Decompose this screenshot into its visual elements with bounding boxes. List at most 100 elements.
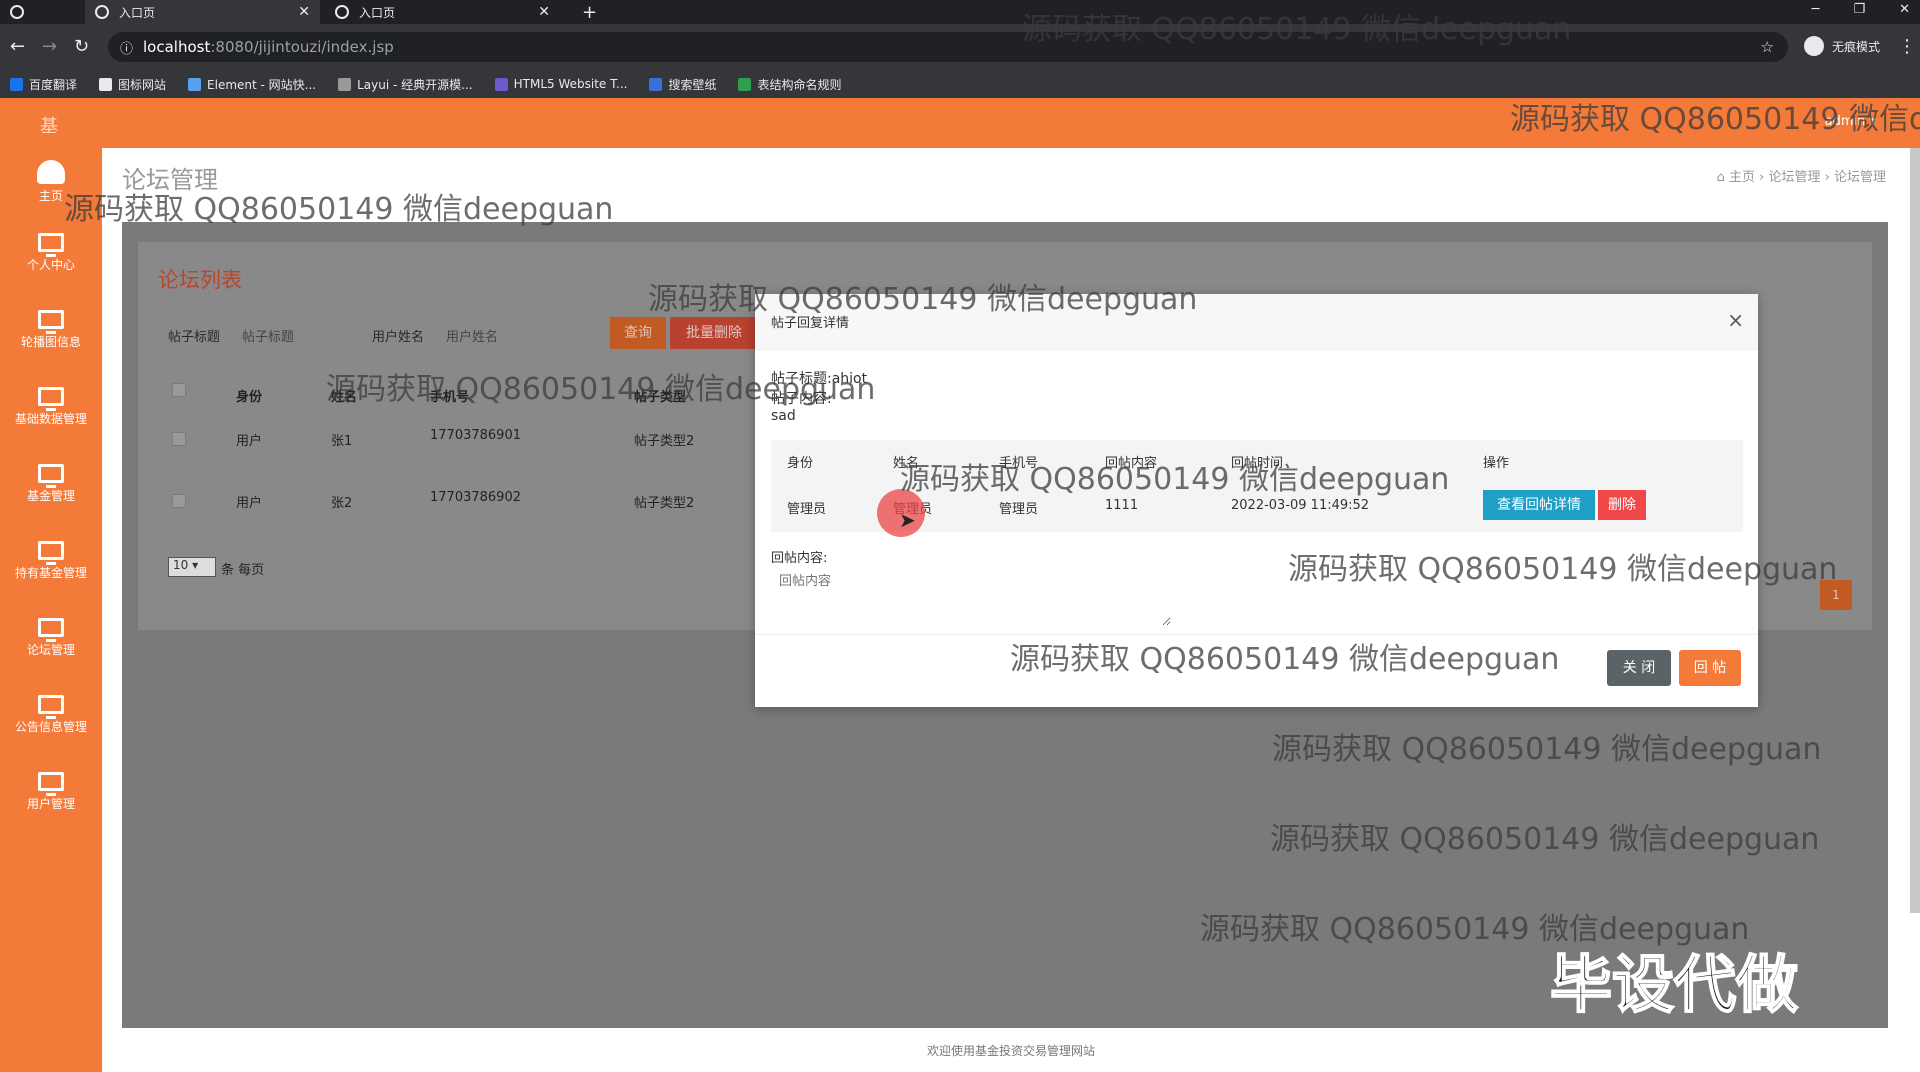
bookmark-label: 表结构命名规则 [757,77,842,92]
page-size-select[interactable]: 10 ▾ [168,557,216,577]
reply-cell-phone: 管理员 [999,502,1039,517]
bookmark[interactable]: Layui - 经典开源模... [338,76,473,93]
reply-cell-content: 1111 [1105,498,1139,513]
bookmark[interactable]: 搜索壁纸 [649,76,716,93]
sidebar-item-users[interactable]: 用户管理 [0,764,102,834]
info-icon[interactable]: ⓘ [120,38,133,57]
post-content: sad [771,408,796,424]
batch-delete-button[interactable]: 批量删除 [670,317,758,349]
tab-title: 入口页 [359,5,396,20]
browser-tab-1[interactable]: 入口页 ✕ [85,0,320,24]
monitor-icon [38,618,64,642]
sidebar-item-profile[interactable]: 个人中心 [0,225,102,295]
reply-column-header: 操作 [1483,456,1510,471]
globe-icon [335,5,349,19]
bookmark[interactable]: Element - 网站快... [188,76,316,93]
close-window-icon[interactable]: ✕ [1899,2,1910,17]
browser-tab-strip: 入口页 ✕ 入口页 ✕ + ─ ❐ ✕ [0,0,1920,24]
sidebar-item-holdings[interactable]: 持有基金管理 [0,533,102,603]
new-tab-button[interactable]: + [572,0,607,24]
sidebar-item-base-data[interactable]: 基础数据管理 [0,379,102,449]
watermark: 源码获取 QQ86050149 微信d [1510,102,1920,137]
watermark: 源码获取 QQ86050149 微信deepguan [64,192,614,227]
url-host: localhost [143,38,211,56]
bookmark-label: Layui - 经典开源模... [357,77,473,92]
close-button[interactable]: 关 闭 [1607,650,1671,686]
bookmark[interactable]: 图标网站 [99,76,166,93]
sidebar-item-carousel[interactable]: 轮播图信息 [0,302,102,372]
breadcrumb-item[interactable]: 论坛管理 [1768,170,1820,185]
monitor-icon [38,695,64,719]
monitor-icon [38,233,64,257]
browser-menu[interactable] [0,0,85,24]
search-button[interactable]: 查询 [610,317,666,349]
window-controls: ─ ❐ ✕ [1812,2,1910,17]
star-icon[interactable]: ☆ [1761,38,1774,56]
bookmark[interactable]: 百度翻译 [10,76,77,93]
sidebar-item-notices[interactable]: 公告信息管理 [0,687,102,757]
sidebar-item-label: 持有基金管理 [14,566,87,580]
sidebar-item-label: 个人中心 [26,258,75,272]
watermark: 源码获取 QQ86050149 微信deepguan [1272,732,1822,767]
cell-phone: 17703786901 [430,428,521,443]
close-icon[interactable]: × [1727,308,1744,332]
reply-column-header: 身份 [787,456,814,471]
breadcrumb-home[interactable]: 主页 [1729,170,1755,185]
watermark-big: 毕设代做 [1549,947,1799,1022]
filter-title-label: 帖子标题 [168,330,221,345]
chevron-down-icon: ▾ [192,558,199,572]
bookmark-label: HTML5 Website T... [513,77,628,91]
watermark: 源码获取 QQ86050149 微信deepguan [1270,822,1820,857]
monitor-icon [38,310,64,334]
chevron-right-icon: › [1824,170,1834,185]
close-icon[interactable]: ✕ [538,4,550,20]
sidebar-item-label: 主页 [38,189,63,203]
bookmark-icon [10,77,23,91]
monitor-icon [38,464,64,488]
delete-reply-button[interactable]: 删除 [1598,490,1646,520]
breadcrumb-item: 论坛管理 [1833,170,1886,185]
reply-button[interactable]: 回 帖 [1679,650,1741,686]
sidebar-item-label: 轮播图信息 [20,335,81,349]
watermark: 源码获取 QQ86050149 微信deepguan [1022,12,1572,47]
browser-tab-2[interactable]: 入口页 ✕ [325,0,560,24]
monitor-icon [38,541,64,565]
reload-icon[interactable]: ↻ [74,36,89,57]
bookmark[interactable]: 表结构命名规则 [738,76,841,93]
monitor-icon [38,772,64,796]
kebab-menu-icon[interactable]: ⋮ [1898,36,1916,57]
reply-cell-role: 管理员 [787,502,827,517]
filter-title-input[interactable]: 帖子标题 [242,326,294,345]
sidebar-item-forum[interactable]: 论坛管理 [0,610,102,680]
page-size-value: 10 [173,558,189,572]
row-checkbox[interactable] [172,432,186,446]
scrollbar[interactable] [1910,148,1920,913]
cell-role: 用户 [236,496,263,511]
row-checkbox[interactable] [172,494,186,508]
restore-icon[interactable]: ❐ [1853,2,1865,17]
bookmark-icon [338,77,352,91]
sidebar-item-label: 基础数据管理 [14,412,87,426]
back-icon[interactable]: ← [10,36,25,57]
forward-icon[interactable]: → [42,36,57,57]
filter-name-input[interactable]: 用户姓名 [446,326,498,345]
incognito-label: 无痕模式 [1831,39,1880,54]
bookmark-icon [188,77,202,91]
sidebar-item-funds[interactable]: 基金管理 [0,456,102,526]
view-reply-button[interactable]: 查看回帖详情 [1483,490,1595,520]
bookmark-icon [738,77,752,91]
bookmark[interactable]: HTML5 Website T... [494,77,628,91]
cell-role: 用户 [236,434,263,449]
bookmark-icon [494,77,508,91]
sidebar-item-label: 基金管理 [26,489,75,503]
breadcrumb: ⌂ 主页 › 论坛管理 › 论坛管理 [1717,166,1886,185]
address-bar-row: ← → ↻ ⓘ localhost:8080/jijintouzi/index.… [0,24,1920,70]
close-icon[interactable]: ✕ [298,4,310,20]
select-all-checkbox[interactable] [172,383,186,397]
globe-icon [95,5,109,19]
reply-content-textarea[interactable] [771,564,1171,626]
incognito-indicator[interactable]: 无痕模式 [1803,36,1880,56]
cursor-icon: ➤ [899,508,916,532]
list-title: 论坛列表 [158,268,242,292]
minimize-icon[interactable]: ─ [1812,2,1820,17]
